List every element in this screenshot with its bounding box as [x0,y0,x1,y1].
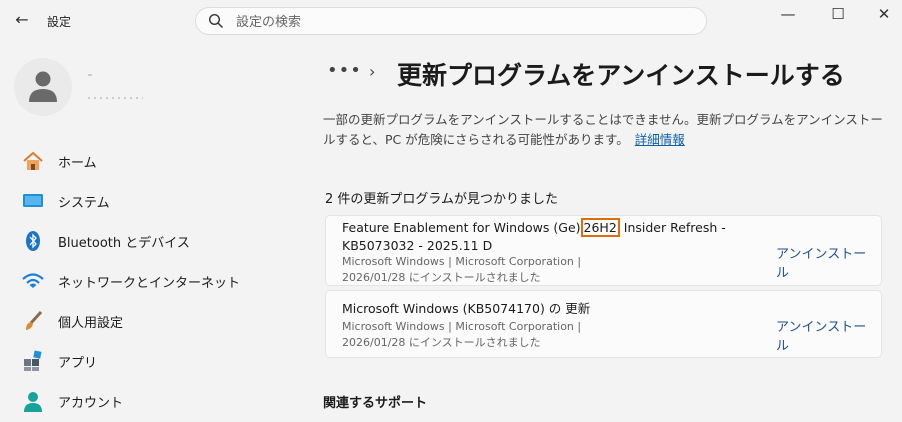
close-icon[interactable]: ✕ [861,0,902,30]
sidebar-item-home[interactable]: ホーム [18,142,300,178]
update-title: Microsoft Windows (KB5074170) の 更新 [342,301,591,316]
highlighted-version: 26H2 [580,218,620,237]
minimize-icon[interactable]: — [765,0,811,30]
update-publisher: Microsoft Windows | Microsoft Corporatio… [342,255,582,268]
avatar[interactable] [14,58,72,116]
main-content: ••• › 更新プログラムをアンインストールする 一部の更新プログラムをアンイン… [305,42,902,422]
sidebar-item-personalization[interactable]: 個人用設定 [18,302,300,338]
sidebar-item-label: 個人用設定 [58,316,124,331]
sidebar-item-label: システム [58,196,110,211]
sidebar-item-system[interactable]: システム [18,182,300,218]
back-arrow-icon[interactable]: ← [12,10,32,30]
title-bar: ← 設定 — ☐ ✕ [0,0,902,42]
sidebar-item-label: アプリ [58,356,98,371]
sidebar: ホーム システム Bluetooth とデバイス ネットワークとインターネット … [0,42,305,422]
update-install-date: 2026/01/28 にインストールされました [342,336,541,349]
uninstall-button[interactable]: アンインストール [776,316,871,354]
home-icon [23,151,43,170]
sidebar-item-bluetooth[interactable]: Bluetooth とデバイス [18,222,300,258]
update-publisher: Microsoft Windows | Microsoft Corporatio… [342,320,582,333]
maximize-icon[interactable]: ☐ [815,0,861,30]
user-name-redacted [88,74,92,76]
related-support-heading: 関連するサポート [323,396,428,411]
sidebar-item-network[interactable]: ネットワークとインターネット [18,262,300,298]
search-input[interactable] [234,11,678,33]
page-title: 更新プログラムをアンインストールする [397,61,845,90]
wifi-icon [22,273,44,288]
learn-more-link[interactable]: 詳細情報 [635,132,685,147]
update-install-date: 2026/01/28 にインストールされました [342,271,541,284]
search-icon [208,13,223,28]
search-box[interactable] [195,7,707,35]
update-title-part: Feature Enablement for Windows (Ge) [342,220,581,235]
paintbrush-icon [26,310,43,330]
bluetooth-icon [26,231,40,251]
description-text: 一部の更新プログラムをアンインストールすることはできません。更新プログラムをアン… [323,112,883,147]
sidebar-item-label: ネットワークとインターネット [58,276,241,291]
uninstall-button[interactable]: アンインストール [776,243,871,281]
breadcrumb-more-button[interactable]: ••• [327,60,362,81]
update-card: Microsoft Windows (KB5074170) の 更新 Micro… [325,290,882,358]
sidebar-item-accounts[interactable]: アカウント [18,382,300,418]
account-icon [24,392,42,412]
description: 一部の更新プログラムをアンインストールすることはできません。更新プログラムをアン… [323,110,888,150]
sidebar-item-apps[interactable]: アプリ [18,342,300,378]
user-email-redacted [88,97,143,99]
sidebar-item-label: ホーム [58,156,97,171]
system-icon [23,194,43,207]
apps-icon [24,350,42,371]
sidebar-item-label: アカウント [58,396,124,411]
update-count: 2 件の更新プログラムが見つかりました [325,192,559,207]
chevron-right-icon: › [369,62,376,81]
update-card: Feature Enablement for Windows (Ge) 26H2 … [325,215,882,286]
update-title: Feature Enablement for Windows (Ge) 26H2 … [342,218,732,255]
sidebar-item-label: Bluetooth とデバイス [58,236,190,251]
user-icon [29,71,57,102]
app-title: 設定 [47,15,72,29]
